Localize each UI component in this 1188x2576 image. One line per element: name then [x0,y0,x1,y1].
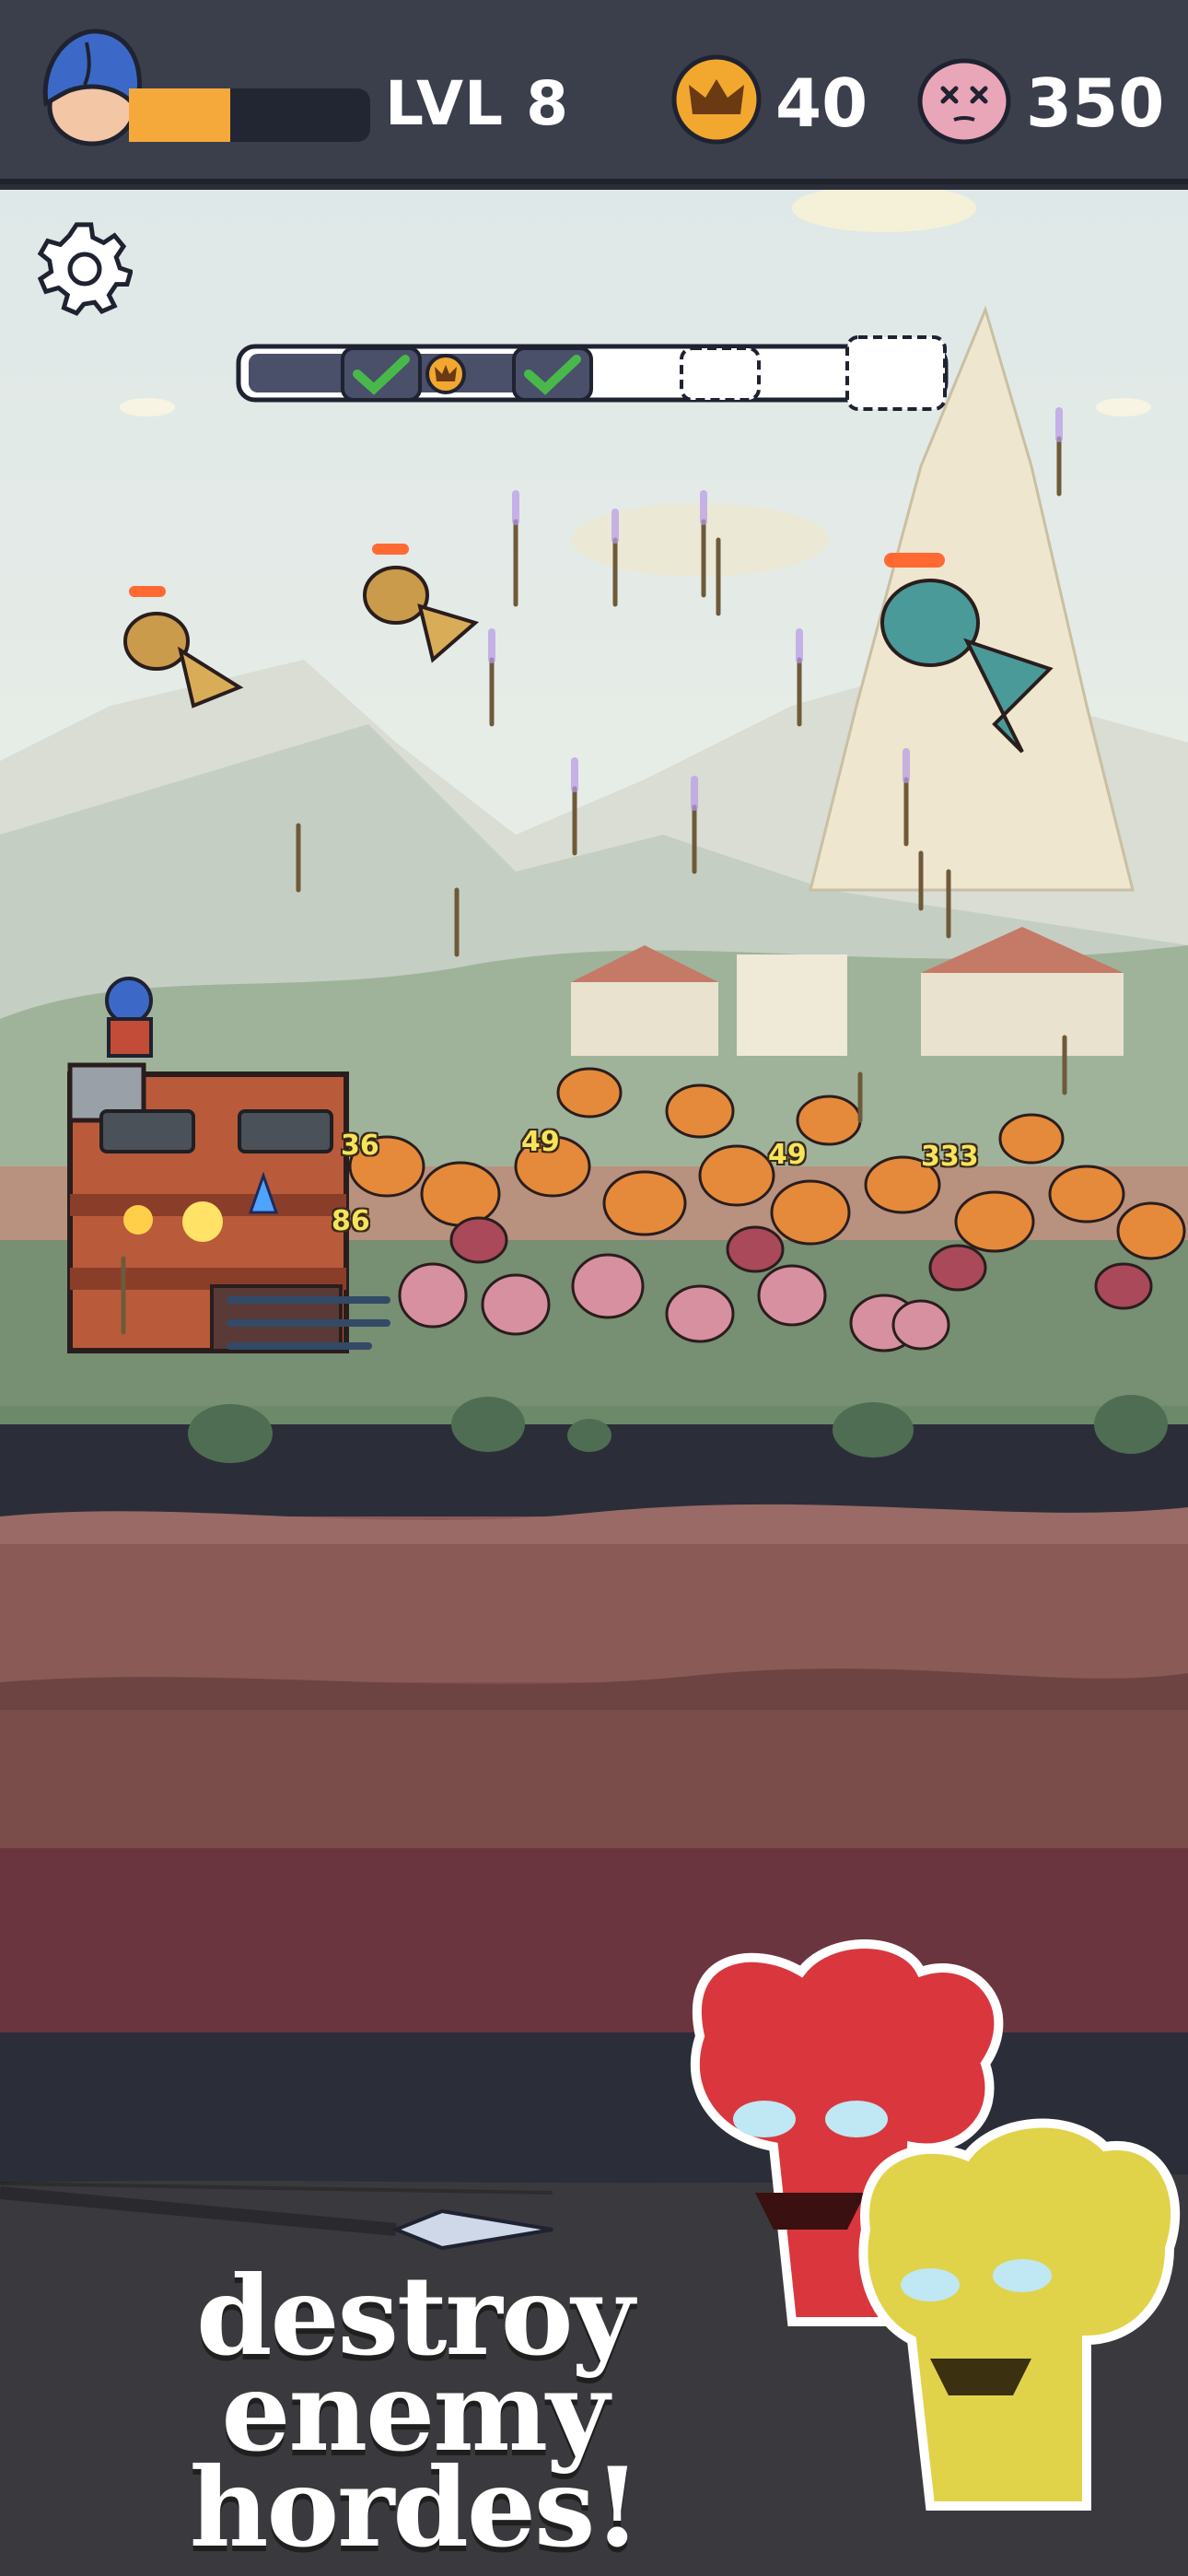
settings-gear-icon[interactable] [37,221,133,317]
promo-line-2: enemy hordes! [189,2348,641,2571]
damage-number: 49 [521,1126,560,1158]
top-hud: LVL 8 40 350 [0,0,1188,184]
damage-number: 49 [768,1139,807,1171]
damage-number: 36 [341,1130,379,1162]
crown-icon [671,54,762,145]
skull-kill-icon [917,58,1011,145]
xp-progress-fill [129,88,231,142]
damage-number: 86 [332,1205,370,1237]
level-label: LVL 8 [385,68,570,139]
xp-progress-bar [129,88,370,142]
promo-headline: destroy enemy hordes! [37,2262,792,2571]
kill-count: 350 [1026,64,1165,142]
damage-number: 333 [921,1141,979,1173]
wave-progress-track [236,335,949,411]
crown-count: 40 [775,64,868,142]
